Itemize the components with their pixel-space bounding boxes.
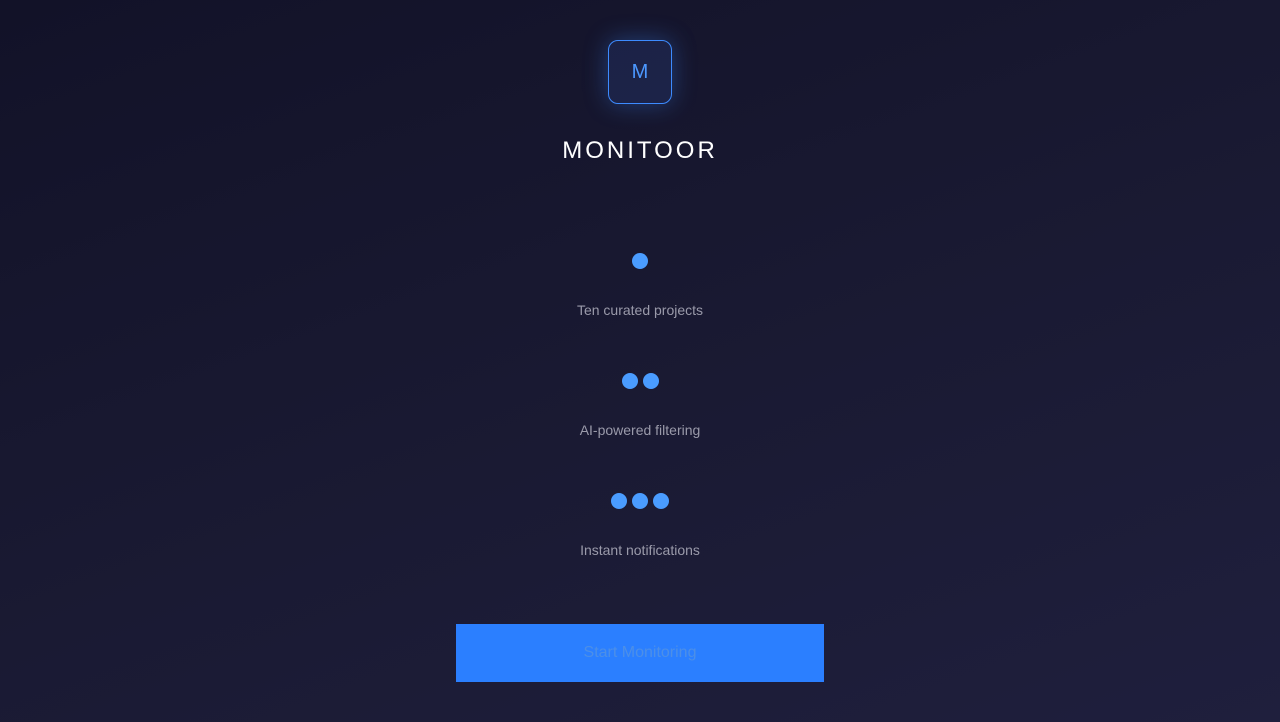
app-title: MONITOOR	[562, 137, 718, 164]
dot-icon	[642, 373, 659, 389]
start-monitoring-button[interactable]: Start Monitoring	[456, 624, 824, 682]
feature-label: Instant notifications	[580, 542, 700, 558]
dot-icon	[632, 493, 648, 509]
feature-dots-icon	[0, 493, 1280, 509]
dot-icon	[611, 493, 627, 509]
feature-item-notifications: Instant notifications	[0, 493, 1280, 558]
feature-dots-icon	[0, 253, 1280, 269]
app-logo: M	[608, 40, 672, 104]
feature-item-projects: Ten curated projects	[0, 253, 1280, 318]
dot-icon	[653, 493, 669, 509]
logo-letter: M	[631, 60, 649, 83]
feature-dots-icon	[0, 373, 1280, 389]
feature-item-filtering: AI-powered filtering	[0, 373, 1280, 438]
dot-icon	[632, 253, 648, 269]
feature-label: Ten curated projects	[576, 302, 704, 318]
dot-icon	[621, 373, 638, 389]
feature-label: AI-powered filtering	[579, 422, 701, 438]
